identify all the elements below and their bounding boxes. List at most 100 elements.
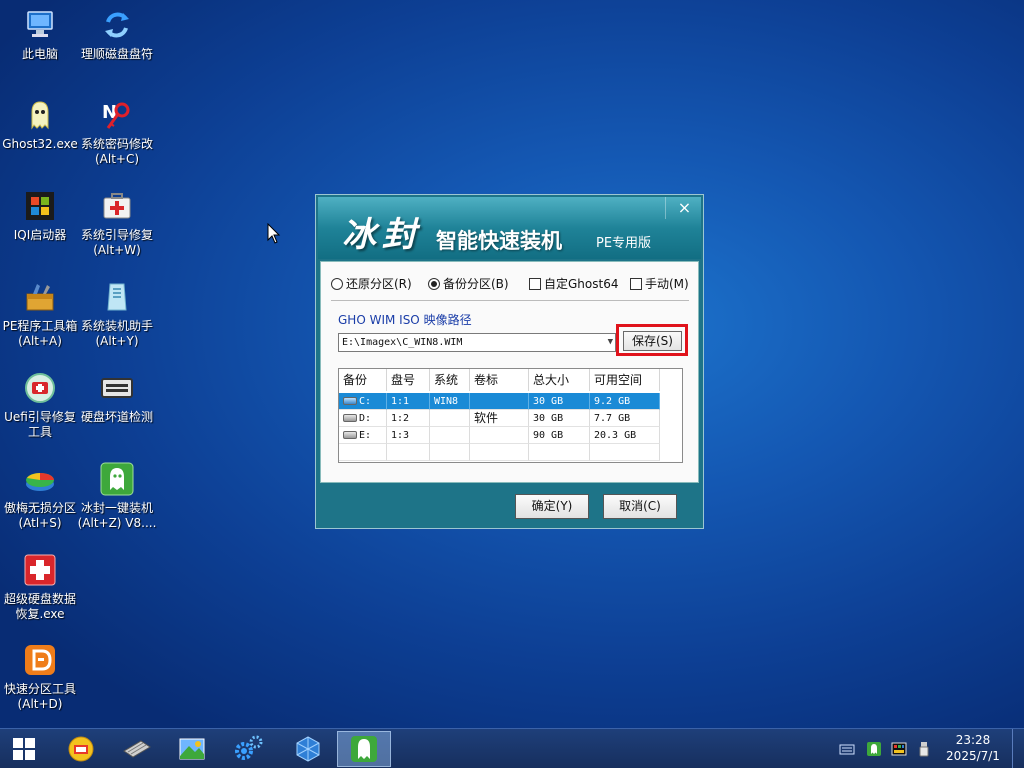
checkbox-custom-ghost64[interactable]: 自定Ghost64 — [529, 275, 618, 292]
cell-disk: 1:1 — [387, 393, 430, 410]
computer-icon — [27, 11, 53, 37]
chevron-down-icon[interactable]: ▼ — [608, 334, 613, 351]
desktop-icon-bingfeng-onekey[interactable]: 冰封一键装机 (Alt+Z) V8.... — [77, 462, 157, 531]
disk-drive-icon — [343, 414, 357, 422]
product-name: 智能快速装机 — [436, 229, 562, 253]
red-cross-icon — [24, 554, 56, 586]
windows-start-icon — [13, 738, 35, 760]
column-header-disk[interactable]: 盘号 — [387, 369, 430, 391]
start-button[interactable] — [0, 731, 48, 767]
display-color-icon[interactable] — [891, 741, 907, 757]
taskbar-app-memory[interactable] — [110, 731, 164, 767]
radio-restore-partition[interactable]: 还原分区(R) — [331, 275, 412, 292]
image-path-label: GHO WIM ISO 映像路径 — [338, 313, 472, 327]
cell-total: 30 GB — [529, 410, 590, 427]
bingfeng-ghost-icon — [351, 736, 377, 762]
close-button[interactable]: × — [665, 197, 701, 219]
taskbar: 23:28 2025/7/1 — [0, 728, 1024, 768]
clock-time: 23:28 — [955, 733, 991, 747]
refresh-arrows-icon — [105, 12, 129, 38]
taskbar-app-settings[interactable] — [221, 731, 275, 767]
dialog-banner: 冰封 智能快速装机 PE专用版 × — [318, 197, 701, 259]
column-header-backup[interactable]: 备份 — [339, 369, 387, 391]
desktop-icon-label: 快速分区工具 (Alt+D) — [3, 682, 76, 711]
taskbar-app-image-tool[interactable] — [165, 731, 219, 767]
cell-system: WIN8 — [430, 393, 470, 410]
bingfeng-tray-icon[interactable] — [866, 741, 882, 757]
taskbar-clock[interactable]: 23:28 2025/7/1 — [940, 732, 1006, 764]
memory-chip-icon — [123, 740, 151, 758]
column-header-free[interactable]: 可用空间 — [590, 369, 660, 391]
desktop-icon-ghost32[interactable]: Ghost32.exe — [0, 98, 80, 152]
windows-logo-icon — [26, 192, 54, 220]
taskbar-app-pe-toolbox[interactable] — [54, 731, 108, 767]
desktop-icon-password-edit[interactable]: N 系统密码修改 (Alt+C) — [77, 98, 157, 167]
column-header-volume[interactable]: 卷标 — [470, 369, 529, 391]
column-header-total[interactable]: 总大小 — [529, 369, 590, 391]
first-aid-box-icon — [103, 193, 131, 219]
table-header-row: 备份 盘号 系统 卷标 总大小 可用空间 — [339, 369, 662, 391]
cell-total: 90 GB — [529, 427, 590, 444]
show-desktop-button[interactable] — [1012, 729, 1024, 768]
cell-drive: D: — [339, 410, 387, 427]
desktop-icon-iqi-boot[interactable]: IQI启动器 — [0, 189, 80, 243]
desktop-icon-disk-order[interactable]: 理顺磁盘盘符 — [77, 8, 157, 62]
gear-icon — [235, 735, 263, 760]
desktop-icon-label: 超级硬盘数据 恢复.exe — [3, 592, 76, 621]
table-row[interactable]: D: 1:2 软件 30 GB 7.7 GB — [339, 410, 662, 427]
checkbox-manual[interactable]: 手动(M) — [630, 275, 689, 292]
empty-cell — [339, 444, 387, 461]
cell-volume: 软件 — [470, 410, 529, 427]
cell-drive: E: — [339, 427, 387, 444]
ok-button[interactable]: 确定(Y) — [515, 494, 589, 519]
install-helper-icon — [107, 283, 127, 311]
cell-free: 9.2 GB — [590, 393, 660, 410]
image-path-combobox[interactable]: E:\Imagex\C_WIN8.WIM ▼ — [338, 333, 616, 352]
desktop-icon-label: 理顺磁盘盘符 — [80, 47, 153, 61]
desktop-icon-data-recovery[interactable]: 超级硬盘数据 恢复.exe — [0, 553, 80, 622]
usb-drive-icon[interactable] — [916, 741, 932, 757]
divider — [331, 300, 689, 301]
desktop-icon-quick-partition[interactable]: 快速分区工具 (Alt+D) — [0, 643, 80, 712]
column-header-system[interactable]: 系统 — [430, 369, 470, 391]
cell-total: 30 GB — [529, 393, 590, 410]
desktop-icon-install-helper[interactable]: 系统装机助手 (Alt+Y) — [77, 280, 157, 349]
checkbox-icon — [630, 277, 642, 290]
table-row[interactable]: C: 1:1 WIN8 30 GB 9.2 GB — [339, 393, 662, 410]
desktop-icon-pe-toolbox[interactable]: PE程序工具箱 (Alt+A) — [0, 280, 80, 349]
taskbar-app-bingfeng[interactable] — [337, 731, 391, 767]
cell-disk: 1:3 — [387, 427, 430, 444]
desktop-icon-aomei-partition[interactable]: 傲梅无损分区 (Atl+S) — [0, 462, 80, 531]
desktop-icon-boot-repair[interactable]: 系统引导修复 (Alt+W) — [77, 189, 157, 258]
desktop-icon-label: 冰封一键装机 (Alt+Z) V8.... — [77, 501, 157, 530]
desktop-icon-this-pc[interactable]: 此电脑 — [0, 8, 80, 62]
cell-system — [430, 427, 470, 444]
cell-volume — [470, 427, 529, 444]
partition-disk-icon — [26, 473, 54, 491]
desktop-icon-label: 硬盘坏道检测 — [80, 410, 153, 424]
desktop-icon-disk-badblock[interactable]: 硬盘坏道检测 — [77, 371, 157, 425]
radio-backup-partition[interactable]: 备份分区(B) — [428, 275, 509, 292]
dialog-body: 还原分区(R) 备份分区(B) 自定Ghost64 手动(M) GHO WIM … — [320, 261, 699, 483]
taskbar-app-network[interactable] — [281, 731, 335, 767]
radio-label: 还原分区(R) — [346, 277, 412, 291]
empty-cell — [529, 444, 590, 461]
keyboard-icon[interactable] — [839, 741, 855, 757]
cancel-button[interactable]: 取消(C) — [603, 494, 677, 519]
desktop-icon-label: PE程序工具箱 (Alt+A) — [2, 319, 78, 348]
cell-free: 20.3 GB — [590, 427, 660, 444]
password-key-icon: N — [102, 102, 130, 129]
medical-kit-icon — [25, 373, 55, 403]
bingfeng-ghost-icon — [100, 462, 134, 496]
edition-label: PE专用版 — [596, 236, 652, 251]
diskgenius-icon — [25, 645, 55, 675]
radio-circle-icon — [331, 277, 343, 290]
desktop-icon-uefi-repair[interactable]: Uefi引导修复 工具 — [0, 371, 80, 440]
radio-selected-icon — [428, 277, 440, 290]
desktop-icon-label: IQI启动器 — [13, 228, 67, 242]
empty-cell — [387, 444, 430, 461]
save-button[interactable]: 保存(S) — [623, 331, 682, 351]
desktop-icon-label: Ghost32.exe — [2, 137, 78, 151]
desktop-icon-label: 系统引导修复 (Alt+W) — [80, 228, 153, 257]
table-row[interactable]: E: 1:3 90 GB 20.3 GB — [339, 427, 662, 444]
